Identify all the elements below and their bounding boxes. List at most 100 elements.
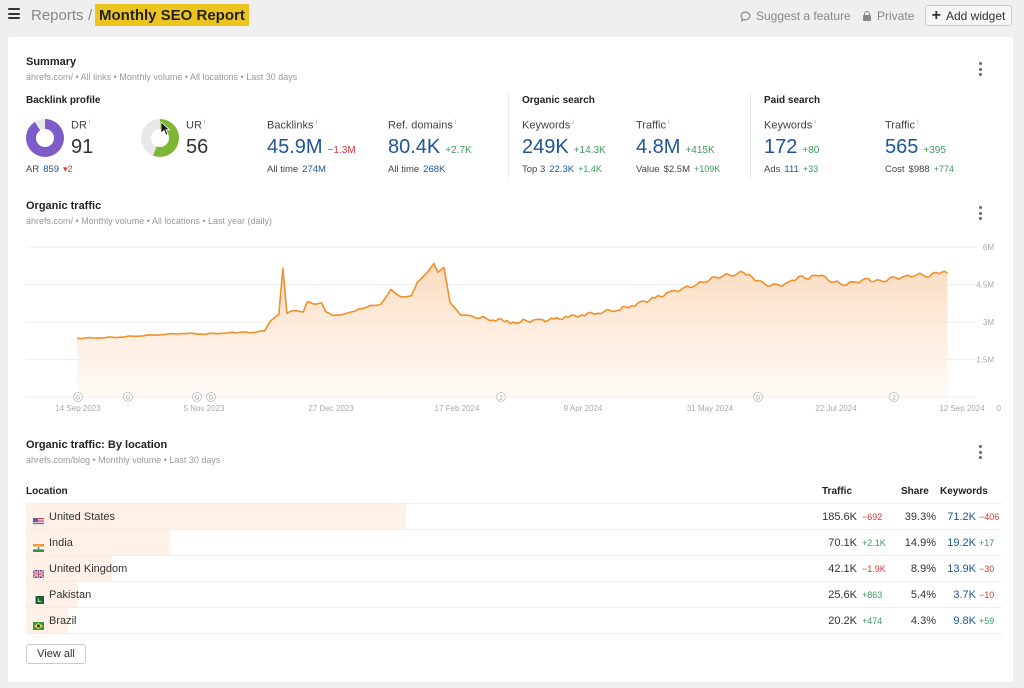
organic-keywords-label: Keywords i <box>522 119 574 132</box>
by-location-more-menu-icon[interactable] <box>975 445 985 459</box>
column-share[interactable]: Share <box>901 486 929 497</box>
keywords-value[interactable]: 19.2K <box>947 537 976 549</box>
summary-subtitle: ahrefs.com/ • All links • Monthly volume… <box>26 72 298 82</box>
add-widget-label: Add widget <box>945 8 1006 23</box>
x-tick-label: 17 Feb 2024 <box>435 404 480 413</box>
ar-row: AR 859 ▾2 <box>26 164 73 175</box>
svg-text:G: G <box>126 396 131 402</box>
summary-title: Summary <box>26 56 77 68</box>
ref-domains-all-time: All time 268K <box>388 164 446 175</box>
in-flag-icon <box>33 539 44 552</box>
paid-traffic-value[interactable]: 565 +395 <box>885 136 946 159</box>
view-all-button[interactable]: View all <box>26 644 86 664</box>
backlinks-delta: −1.3M <box>327 145 356 156</box>
gb-flag-icon <box>32 565 45 579</box>
report-title[interactable]: Monthly SEO Report <box>95 4 249 26</box>
ref-domains-value[interactable]: 80.4K +2.7K <box>388 136 472 159</box>
annotation-marker[interactable]: 2 <box>496 392 506 402</box>
traffic-value: 20.2K <box>828 615 857 627</box>
privacy-toggle[interactable]: Private <box>863 9 914 23</box>
ref-domains-label: Ref. domains i <box>388 119 457 132</box>
paid-cost-row: Cost $988 +774 <box>885 164 954 175</box>
table-row[interactable]: India 70.1K +2.1K 14.9% 19.2K +17 <box>26 530 1002 556</box>
traffic-delta: −692 <box>862 512 883 522</box>
keywords-delta: −30 <box>979 564 995 574</box>
info-icon[interactable]: i <box>204 119 206 126</box>
organic-traffic-value[interactable]: 4.8M +415K <box>636 136 715 159</box>
paid-keywords-value[interactable]: 172 +80 <box>764 136 819 159</box>
location-name: United Kingdom <box>49 563 128 575</box>
organic-traffic-chart-svg: G G G G 2 G 2 14 Sep 2023 5 Nov 2023 27 Dec 2023… <box>26 243 1002 413</box>
svg-text:G: G <box>76 396 81 402</box>
organic-keywords-value[interactable]: 249K +14.3K <box>522 136 606 159</box>
share-value: 5.4% <box>910 589 936 601</box>
location-table: Location Traffic Share Keywords United S… <box>26 483 1002 634</box>
organic-traffic-delta: +415K <box>685 145 715 156</box>
table-row[interactable]: Pakistan 25.6K +863 5.4% 3.7K −10 <box>26 582 1002 608</box>
ur-donut-chart <box>141 119 179 157</box>
info-icon[interactable]: i <box>89 119 91 126</box>
breadcrumb-reports[interactable]: Reports <box>31 7 84 24</box>
column-location[interactable]: Location <box>26 486 68 497</box>
column-traffic[interactable]: Traffic <box>822 486 852 497</box>
y-tick-label: 6M <box>983 243 994 252</box>
pk-flag-icon <box>33 591 44 604</box>
by-location-subtitle: ahrefs.com/blog • Monthly volume • Last … <box>26 455 221 465</box>
table-header: Location Traffic Share Keywords <box>26 483 1002 504</box>
column-keywords[interactable]: Keywords <box>940 486 988 497</box>
divider <box>508 93 509 178</box>
x-tick-label: 31 May 2024 <box>687 404 734 413</box>
info-icon[interactable]: i <box>917 119 919 126</box>
y-tick-label: 4.5M <box>976 281 994 290</box>
table-row[interactable]: Brazil 20.2K +474 4.3% 9.8K +59 <box>26 608 1002 634</box>
organic-traffic-more-menu-icon[interactable] <box>975 206 985 220</box>
speech-bubble-icon <box>740 11 751 22</box>
google-update-marker[interactable]: G <box>753 392 763 402</box>
organic-traffic-value-row: Value $2.5M +109K <box>636 164 721 175</box>
location-name: Pakistan <box>49 589 92 601</box>
plus-icon: + <box>931 6 941 24</box>
report-card: Summary ahrefs.com/ • All links • Monthl… <box>8 37 1013 682</box>
traffic-value: 25.6K <box>828 589 857 601</box>
annotation-marker[interactable]: 2 <box>889 392 899 402</box>
x-tick-label: 12 Sep 2024 <box>939 404 985 413</box>
suggest-feature-button[interactable]: Suggest a feature <box>740 9 851 23</box>
by-location-title: Organic traffic: By location <box>26 439 168 451</box>
paid-ads-row: Ads 111 +33 <box>764 164 819 175</box>
keywords-value[interactable]: 13.9K <box>947 563 976 575</box>
google-update-marker[interactable]: G <box>73 392 83 402</box>
keywords-value[interactable]: 3.7K <box>953 589 976 601</box>
paid-search-title: Paid search <box>764 95 821 106</box>
location-name: United States <box>49 511 116 523</box>
info-icon[interactable]: i <box>572 119 574 126</box>
add-widget-button[interactable]: + Add widget <box>925 5 1012 26</box>
info-icon[interactable]: i <box>315 119 317 126</box>
ar-delta: ▾2 <box>63 164 73 174</box>
organic-traffic-chart[interactable]: G G G G 2 G 2 14 Sep 2023 5 Nov 2023 27 Dec 2023… <box>26 240 1006 420</box>
x-tick-label: 14 Sep 2023 <box>55 404 101 413</box>
google-update-marker[interactable]: G <box>192 392 202 402</box>
ur-value: 56 <box>186 136 209 158</box>
x-tick-label: 9 Apr 2024 <box>564 404 603 413</box>
keywords-value[interactable]: 9.8K <box>953 615 976 627</box>
traffic-value: 70.1K <box>828 537 857 549</box>
keywords-delta: −406 <box>979 512 1000 522</box>
backlinks-value[interactable]: 45.9M −1.3M <box>267 136 356 159</box>
table-row[interactable]: United States 185.6K −692 39.3% 71.2K −406 <box>26 504 1002 530</box>
summary-more-menu-icon[interactable] <box>975 62 985 76</box>
info-icon[interactable]: i <box>455 119 457 126</box>
google-update-marker[interactable]: G <box>123 392 133 402</box>
hamburger-menu-icon[interactable] <box>8 8 20 20</box>
google-update-marker[interactable]: G <box>206 392 216 402</box>
info-icon[interactable]: i <box>814 119 816 126</box>
backlink-profile-title: Backlink profile <box>26 95 101 106</box>
table-row[interactable]: United Kingdom 42.1K −1.9K 8.9% 13.9K −30 <box>26 556 1002 582</box>
paid-traffic-delta: +395 <box>923 145 946 156</box>
share-value: 4.3% <box>910 615 936 627</box>
y-tick-label: 0 <box>997 404 1002 413</box>
svg-text:G: G <box>756 396 761 402</box>
keywords-value[interactable]: 71.2K <box>947 511 976 523</box>
privacy-label: Private <box>877 9 915 23</box>
info-icon[interactable]: i <box>668 119 670 126</box>
traffic-value: 185.6K <box>822 511 857 523</box>
